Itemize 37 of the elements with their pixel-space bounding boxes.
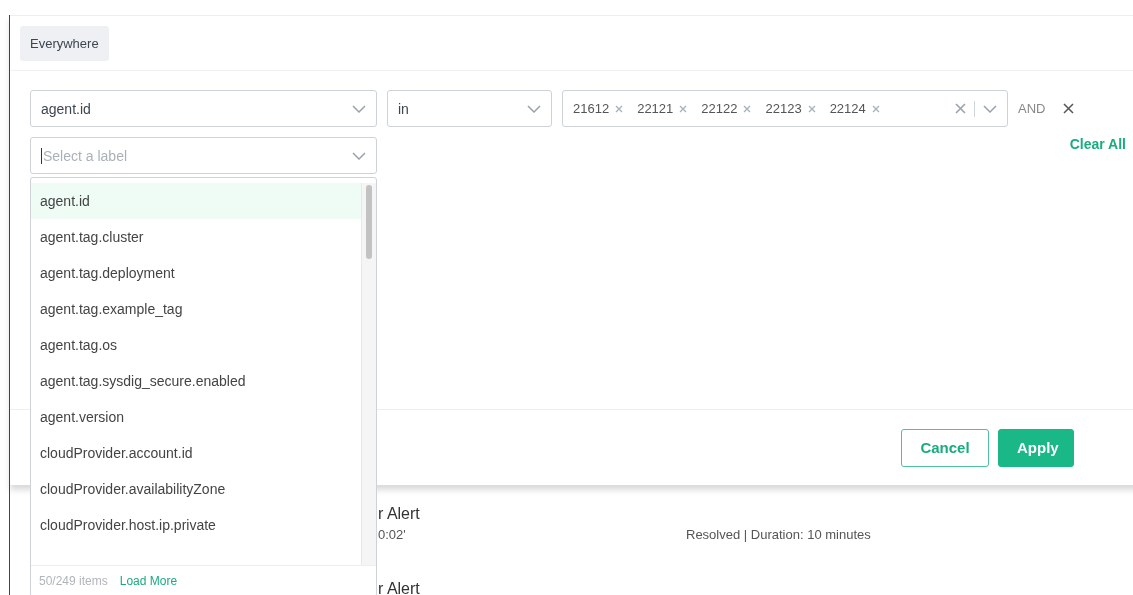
remove-icon[interactable] [871, 104, 880, 113]
scope-chip[interactable]: Everywhere [20, 25, 109, 61]
chevron-down-icon [527, 104, 541, 113]
value-tag[interactable]: 22123 [765, 101, 816, 116]
dropdown-option[interactable]: cloudProvider.host.ip.private [31, 507, 361, 543]
event-title: r Alert [378, 504, 421, 524]
dropdown-option[interactable]: agent.id [31, 183, 361, 219]
value-tag[interactable]: 22121 [637, 101, 688, 116]
event-time: 0:02' [378, 526, 407, 544]
chevron-down-icon [983, 104, 997, 113]
chevron-down-icon [352, 104, 366, 113]
value-tag[interactable]: 21612 [573, 101, 624, 116]
values-field[interactable]: 21612 22121 22122 22123 22124 [562, 90, 1008, 127]
chevron-down-icon [352, 151, 366, 160]
dropdown-option[interactable]: cloudProvider.availabilityZone [31, 471, 361, 507]
dropdown-option[interactable]: agent.tag.sysdig_secure.enabled [31, 363, 361, 399]
dropdown-option[interactable]: agent.tag.os [31, 327, 361, 363]
remove-icon[interactable] [807, 104, 816, 113]
scrollbar[interactable] [361, 183, 376, 565]
dropdown-option[interactable]: agent.tag.cluster [31, 219, 361, 255]
close-icon[interactable] [1063, 103, 1075, 114]
dropdown-option[interactable]: agent.tag.example_tag [31, 291, 361, 327]
dropdown-option[interactable]: agent.version [31, 399, 361, 435]
label-dropdown[interactable]: agent.id [30, 90, 377, 127]
event-title: r Alert [378, 579, 421, 595]
item-count: 50/249 items [39, 574, 108, 588]
operator-dropdown[interactable]: in [387, 90, 552, 127]
remove-icon[interactable] [679, 104, 688, 113]
dropdown-option[interactable]: cloudProvider.account.id [31, 435, 361, 471]
value-tag[interactable]: 22122 [701, 101, 752, 116]
remove-icon[interactable] [743, 104, 752, 113]
and-label: AND [1018, 101, 1046, 116]
clear-icon[interactable] [955, 103, 966, 114]
event-status: Resolved | Duration: 10 minutes [686, 526, 871, 544]
dropdown-option[interactable]: agent.tag.deployment [31, 255, 361, 291]
remove-icon[interactable] [615, 104, 624, 113]
value-tag[interactable]: 22124 [829, 101, 880, 116]
